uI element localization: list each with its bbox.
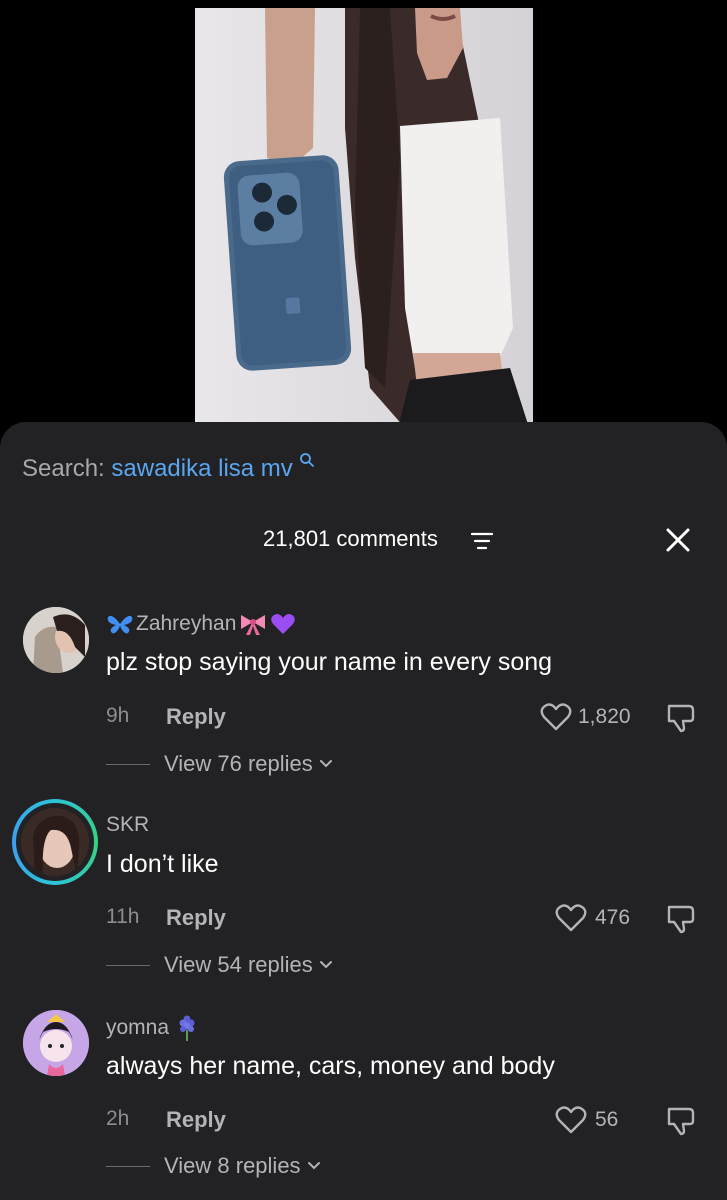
avatar-image: [21, 808, 89, 876]
like-heart-icon[interactable]: [540, 702, 572, 732]
like-heart-icon[interactable]: [555, 903, 587, 933]
divider-line: [106, 965, 150, 966]
like-count: 476: [595, 906, 631, 929]
username-text: SKR: [106, 813, 150, 836]
like-count: 1,820: [578, 705, 631, 728]
view-replies-label: View 8 replies: [164, 1153, 301, 1178]
search-term-link[interactable]: sawadika lisa mv: [111, 455, 292, 482]
comment-username[interactable]: SKR: [106, 813, 149, 837]
comment-text: always her name, cars, money and body: [106, 1052, 555, 1080]
view-replies-button[interactable]: View 76 replies: [164, 751, 333, 777]
reply-button[interactable]: Reply: [166, 704, 226, 730]
reply-button[interactable]: Reply: [166, 905, 226, 931]
video-still: [223, 8, 533, 440]
comment-username[interactable]: yomna: [106, 1014, 199, 1042]
search-icon[interactable]: [299, 452, 315, 468]
username-text: yomna: [106, 1016, 170, 1039]
hyacinth-flower-icon: [179, 1015, 195, 1041]
video-player[interactable]: [0, 0, 727, 440]
comment-time: 2h: [106, 1107, 130, 1130]
like-heart-icon[interactable]: [555, 1105, 587, 1135]
avatar[interactable]: [23, 1010, 89, 1076]
search-suggestion[interactable]: Search: sawadika lisa mv: [22, 452, 315, 484]
search-label: Search:: [22, 455, 105, 482]
purple-heart-icon: [271, 614, 296, 634]
avatar-image: [23, 607, 89, 673]
comment-time: 9h: [106, 704, 130, 727]
avatar-image: [23, 1010, 89, 1076]
avatar-story-ring[interactable]: [12, 799, 98, 885]
avatar[interactable]: [23, 607, 89, 673]
dislike-icon[interactable]: [665, 702, 697, 734]
comment-username[interactable]: Zahreyhan: [106, 612, 296, 636]
chevron-down-icon: [319, 760, 332, 768]
chevron-down-icon: [319, 961, 332, 969]
divider-line: [106, 764, 150, 765]
divider-line: [106, 1166, 150, 1167]
view-replies-button[interactable]: View 8 replies: [164, 1153, 321, 1179]
close-icon[interactable]: [664, 526, 692, 554]
like-count: 56: [595, 1108, 619, 1131]
comment-time: 11h: [106, 905, 140, 928]
view-replies-label: View 54 replies: [164, 952, 313, 977]
video-frame[interactable]: [195, 8, 533, 440]
dislike-icon[interactable]: [665, 1105, 697, 1137]
comment-text: I don’t like: [106, 850, 219, 878]
comment-text: plz stop saying your name in every song: [106, 648, 553, 676]
chevron-down-icon: [307, 1162, 320, 1170]
comments-header: 21,801 comments: [0, 522, 727, 558]
username-text: Zahreyhan: [136, 612, 237, 635]
reply-button[interactable]: Reply: [166, 1107, 226, 1133]
view-replies-label: View 76 replies: [164, 751, 313, 776]
comment-count: 21,801 comments: [263, 526, 438, 551]
dislike-icon[interactable]: [665, 903, 697, 935]
butterfly-icon: [107, 615, 133, 634]
view-replies-button[interactable]: View 54 replies: [164, 952, 333, 978]
sort-icon[interactable]: [471, 532, 493, 550]
ribbon-bow-icon: [241, 615, 266, 635]
